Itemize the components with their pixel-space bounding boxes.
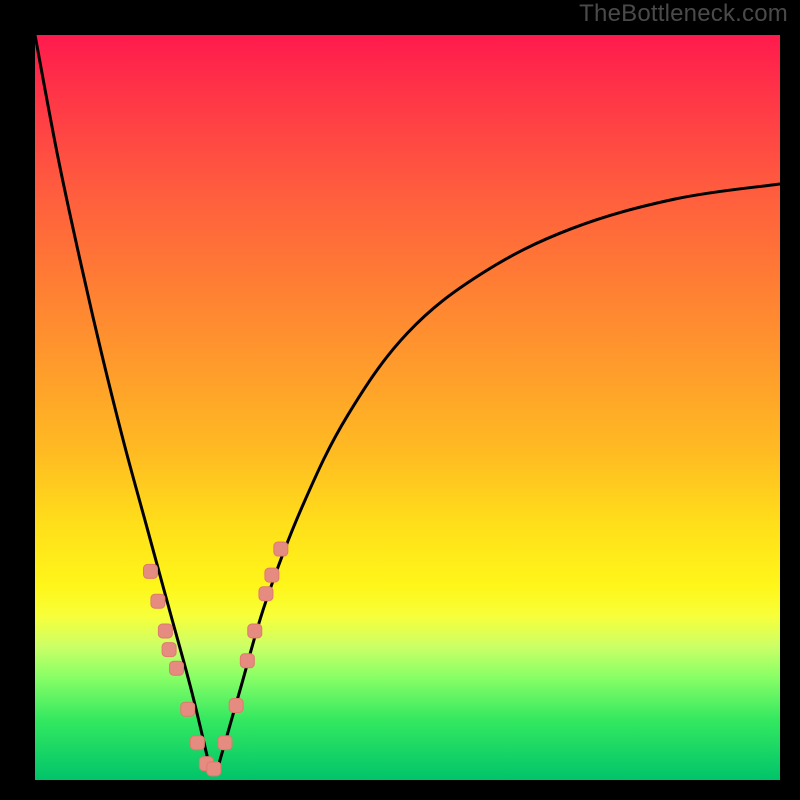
datapoint-marker [190,736,204,750]
datapoint-marker [248,624,262,638]
chart-root: TheBottleneck.com [0,0,800,800]
datapoint-marker [151,594,165,608]
datapoint-markers [143,542,287,776]
curve-overlay [35,35,780,780]
datapoint-marker [259,587,273,601]
datapoint-marker [274,542,288,556]
datapoint-marker [158,624,172,638]
watermark-text: TheBottleneck.com [579,0,788,28]
bottleneck-curve-left [35,35,210,769]
datapoint-marker [207,762,221,776]
datapoint-marker [218,736,232,750]
datapoint-marker [240,654,254,668]
datapoint-marker [229,699,243,713]
bottleneck-curve-right [218,184,780,769]
datapoint-marker [143,564,157,578]
datapoint-marker [170,661,184,675]
datapoint-marker [181,702,195,716]
datapoint-marker [162,643,176,657]
datapoint-marker [265,568,279,582]
